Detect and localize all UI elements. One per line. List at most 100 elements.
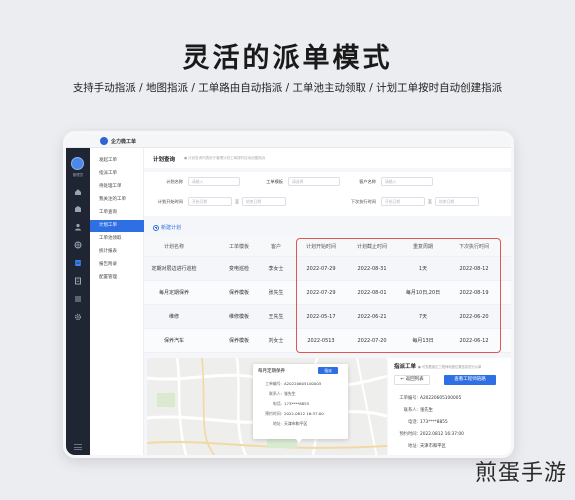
- table-row[interactable]: 每月定期保养 保养模板 张先生 2022-07-29 2022-08-01 每月…: [144, 281, 511, 305]
- filter-panel: 计划名称 请输入 工单模板 请选择 客户名称 请输入 计划开始时间 开始日期 至…: [144, 172, 511, 216]
- table-cell: 李女士: [268, 266, 284, 272]
- range-separator: 至: [235, 199, 239, 204]
- col-header: 计划截止时间: [356, 244, 387, 250]
- popup-pointer: [295, 438, 303, 443]
- logo-mark-icon: [100, 137, 108, 145]
- popup-line: 预约时间: 2022.0812 16:37:00: [265, 411, 324, 416]
- table-cell: 2022-08-01: [357, 290, 387, 296]
- table-row[interactable]: 维修 维修模板 王先生 2022-05-17 2022-06-21 7天 202…: [144, 305, 511, 329]
- logo-text: 企力微工单: [111, 138, 137, 145]
- detail-title: 指派工单: [394, 364, 417, 370]
- plan-name-label: 计划名称: [166, 179, 183, 184]
- detail-line: 预约时间: 2022.0812 16:37:00: [399, 432, 464, 437]
- rail-user-name: 管理员: [72, 173, 84, 177]
- table-cell: 2022-08-31: [357, 266, 387, 272]
- col-header: 客户: [270, 244, 281, 250]
- new-plan-button[interactable]: 新建计划: [153, 224, 181, 231]
- avatar[interactable]: [71, 157, 84, 170]
- submenu-item-appendix[interactable]: 报告附录: [90, 259, 144, 271]
- table-cell: 定期对层边进行巡检: [151, 266, 197, 272]
- next-to-date[interactable]: 结束日期: [435, 197, 479, 206]
- table-cell: 维修: [168, 314, 179, 320]
- submenu-item-reports[interactable]: 统计报表: [90, 246, 144, 258]
- table-cell: 保养汽车: [163, 338, 184, 344]
- col-header: 重复周期: [412, 244, 433, 250]
- detail-line: 工单编号: A20220605100005: [399, 396, 462, 401]
- detail-line: 电话: 173****8855: [407, 420, 448, 425]
- submenu-item-pool[interactable]: 工单池领取: [90, 233, 144, 245]
- popup-line: 地址: 天津市和平区: [272, 421, 308, 426]
- col-header: 计划名称: [163, 244, 184, 250]
- table-cell: 2022-06-12: [459, 338, 489, 344]
- view-engineer-route-button[interactable]: 查看工程师链路: [444, 375, 496, 385]
- submenu-item-query[interactable]: 工单查询: [90, 207, 144, 219]
- table-cell: 保养模板: [228, 290, 249, 296]
- popup-line: 联系人: 张先生: [269, 391, 296, 396]
- start-to-date[interactable]: 结束日期: [242, 197, 286, 206]
- globe-icon[interactable]: [74, 241, 82, 249]
- detail-line: 地址: 天津市和平区: [407, 444, 446, 449]
- start-time-label: 计划开始时间: [157, 199, 183, 204]
- plan-name-input[interactable]: 请输入: [188, 177, 240, 186]
- page-hint: ● 计划查询列表用于管理计划工单按时自动创建指派: [184, 156, 266, 160]
- people-icon[interactable]: [74, 223, 82, 231]
- list-icon[interactable]: [74, 295, 82, 303]
- detail-hint: ● 可查看各位工程师地图位置信息进行派单: [418, 365, 482, 369]
- popup-line: 工单编号: A20220605100005: [265, 381, 322, 386]
- table-header: 计划名称 工单模板 客户 计划开始时间 计划截止时间 重复周期 下次执行时间: [144, 237, 511, 257]
- table-cell: 2022-07-29: [306, 266, 336, 272]
- assign-button[interactable]: 指派: [318, 367, 338, 374]
- customer-input[interactable]: 请输入: [381, 177, 433, 186]
- gear-icon[interactable]: [74, 313, 82, 321]
- document-icon[interactable]: [74, 277, 82, 285]
- table-cell: 2022-0513: [307, 338, 335, 344]
- table-cell: 维修模板: [228, 314, 249, 320]
- submenu-item-plan[interactable]: 计划工单: [90, 220, 144, 232]
- app-window: 企力微工单 管理员 发起工单 指派工单 待处理工单 我关注的工单 工单查询 计划…: [63, 131, 514, 458]
- table-cell: 每月定期保养: [158, 290, 189, 296]
- table-cell: 张先生: [268, 290, 284, 296]
- assign-detail-panel: 指派工单 ● 可查看各位工程师地图位置信息进行派单 ← 返回列表 查看工程师链路…: [388, 358, 511, 455]
- template-label: 工单模板: [266, 179, 283, 184]
- workorder-icon[interactable]: [74, 259, 82, 267]
- table-cell: 每月10日,20日: [405, 290, 441, 296]
- table-cell: 2022-06-21: [357, 314, 387, 320]
- assignment-map[interactable]: 每月定期保养 指派 工单编号: A20220605100005 联系人: 张先生 电…: [147, 358, 387, 455]
- col-header: 计划开始时间: [305, 244, 336, 250]
- app-logo: 企力微工单: [100, 137, 136, 145]
- home-icon[interactable]: [74, 188, 82, 196]
- menu-collapse-icon[interactable]: [74, 444, 82, 450]
- table-cell: 变电巡检: [228, 266, 249, 272]
- page-header: 计划查询 ● 计划查询列表用于管理计划工单按时自动创建指派: [144, 148, 511, 168]
- table-row[interactable]: 定期对层边进行巡检 变电巡检 李女士 2022-07-29 2022-08-31…: [144, 257, 511, 281]
- table-row[interactable]: 保养汽车 保养模板 刘女士 2022-0513 2022-07-20 每月13日…: [144, 329, 511, 353]
- app-topbar: 企力微工单: [66, 134, 511, 148]
- table-cell: 7天: [418, 314, 428, 320]
- submenu-item-pending[interactable]: 待处理工单: [90, 181, 144, 193]
- popup-title: 每月定期保养: [258, 369, 285, 374]
- table-cell: 每月13日: [412, 338, 434, 344]
- next-from-date[interactable]: 开始日期: [381, 197, 425, 206]
- template-select[interactable]: 请选择: [288, 177, 340, 186]
- table-cell: 1天: [418, 266, 428, 272]
- submenu-item-config[interactable]: 配置管理: [90, 272, 144, 284]
- table-cell: 2022-06-20: [459, 314, 489, 320]
- table-cell: 2022-07-29: [306, 290, 336, 296]
- range-separator: 至: [428, 199, 432, 204]
- submenu-item-followed[interactable]: 我关注的工单: [90, 194, 144, 206]
- icon-rail: 管理员: [66, 148, 90, 455]
- start-from-date[interactable]: 开始日期: [188, 197, 232, 206]
- table-cell: 2022-08-12: [459, 266, 489, 272]
- col-header: 工单模板: [228, 244, 249, 250]
- back-to-list-button[interactable]: ← 返回列表: [394, 375, 430, 385]
- submenu-item-create[interactable]: 发起工单: [90, 155, 144, 167]
- submenu: 发起工单 指派工单 待处理工单 我关注的工单 工单查询 计划工单 工单池领取 统…: [90, 148, 144, 455]
- headline: 灵活的派单模式: [182, 43, 393, 74]
- next-time-label: 下次执行时间: [350, 199, 376, 204]
- table-cell: 2022-07-20: [357, 338, 387, 344]
- building-icon[interactable]: [74, 205, 82, 213]
- submenu-item-assign[interactable]: 指派工单: [90, 168, 144, 180]
- table-cell: 王先生: [268, 314, 284, 320]
- plus-icon: [153, 224, 159, 231]
- watermark: 煎蛋手游: [474, 461, 567, 486]
